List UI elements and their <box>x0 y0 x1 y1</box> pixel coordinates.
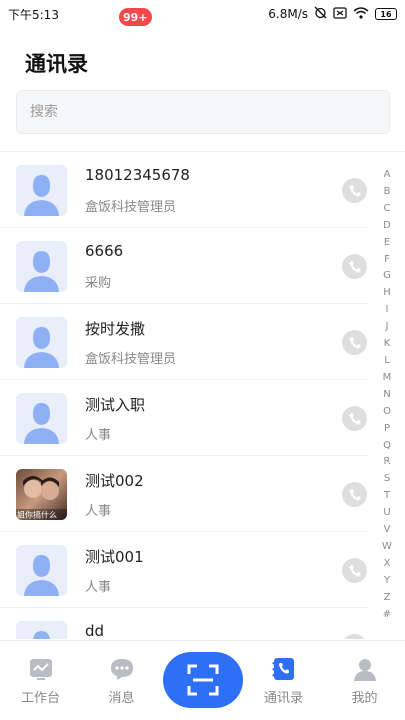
workbench-icon <box>30 659 52 680</box>
contact-row[interactable]: 测试001 人事 <box>0 532 368 608</box>
index-letter[interactable]: P <box>384 421 390 438</box>
profile-icon <box>354 659 376 681</box>
contact-role: 人事 <box>85 428 112 443</box>
wifi-icon <box>353 6 369 22</box>
call-button[interactable] <box>342 178 367 203</box>
contact-role: 盒饭科技管理员 <box>85 352 177 367</box>
index-letter[interactable]: # <box>383 607 391 624</box>
contact-name: 测试002 <box>85 472 144 490</box>
contact-role: 人事 <box>85 504 112 519</box>
call-button[interactable] <box>342 558 367 583</box>
index-letter[interactable]: F <box>384 252 390 269</box>
index-letter[interactable]: K <box>384 336 391 353</box>
index-letter[interactable]: U <box>383 505 390 522</box>
contact-name: 测试入职 <box>85 396 146 414</box>
alarm-off-icon <box>314 6 327 22</box>
contact-row[interactable]: dd <box>0 608 368 639</box>
tab-workbench[interactable]: 工作台 <box>0 641 81 720</box>
default-avatar-icon <box>16 393 67 444</box>
photo-avatar: 姐你搞什么 <box>16 469 67 520</box>
contact-name: 6666 <box>85 242 124 260</box>
scan-icon <box>187 664 219 696</box>
index-letter[interactable]: E <box>384 235 390 252</box>
tab-label: 我的 <box>351 691 378 706</box>
call-button[interactable] <box>342 406 367 431</box>
contact-row[interactable]: 6666 采购 <box>0 228 368 304</box>
contact-role: 盒饭科技管理员 <box>85 200 177 215</box>
alphabet-index[interactable]: A B C D E F G H I J K L M N O P Q R S T … <box>380 167 394 623</box>
phone-icon <box>349 489 360 500</box>
index-letter[interactable]: R <box>384 454 391 471</box>
index-letter[interactable]: Y <box>384 573 390 590</box>
index-letter[interactable]: T <box>384 488 390 505</box>
contact-name: dd <box>85 622 105 639</box>
phone-icon <box>349 337 360 348</box>
network-speed: 6.8M/s <box>268 7 308 21</box>
contact-name: 测试001 <box>85 548 144 566</box>
index-letter[interactable]: Q <box>383 438 391 455</box>
tab-profile[interactable]: 我的 <box>324 641 405 720</box>
index-letter[interactable]: S <box>384 471 390 488</box>
phone-icon <box>349 261 360 272</box>
index-letter[interactable]: B <box>384 184 391 201</box>
scan-button[interactable] <box>163 652 243 708</box>
tab-messages[interactable]: 消息 <box>81 641 162 720</box>
phone-icon <box>349 565 360 576</box>
index-letter[interactable]: C <box>384 201 391 218</box>
contact-role: 人事 <box>85 580 112 595</box>
contacts-icon <box>272 658 294 680</box>
contact-row[interactable]: 测试入职 人事 <box>0 380 368 456</box>
contact-list[interactable]: 18012345678 盒饭科技管理员 6666 采购 按时发撒 盒饭科技管理员… <box>0 152 368 639</box>
index-letter[interactable]: H <box>383 285 391 302</box>
index-letter[interactable]: A <box>384 167 391 184</box>
phone-icon <box>349 185 360 196</box>
status-time: 下午5:13 <box>8 7 59 22</box>
default-avatar-icon <box>16 621 67 639</box>
phone-icon <box>349 413 360 424</box>
sim-icon <box>333 6 347 22</box>
unread-badge: 99+ <box>119 8 152 26</box>
contact-name: 18012345678 <box>85 166 190 184</box>
index-letter[interactable]: M <box>383 370 392 387</box>
call-button[interactable] <box>342 634 367 639</box>
contact-row[interactable]: 按时发撒 盒饭科技管理员 <box>0 304 368 380</box>
index-letter[interactable]: X <box>384 556 391 573</box>
contact-row[interactable]: 18012345678 盒饭科技管理员 <box>0 152 368 228</box>
default-avatar-icon <box>16 165 67 216</box>
index-letter[interactable]: N <box>383 387 390 404</box>
tab-label: 工作台 <box>20 691 60 706</box>
default-avatar-icon <box>16 317 67 368</box>
call-button[interactable] <box>342 330 367 355</box>
battery-indicator: 16 <box>375 8 397 20</box>
contact-role: 采购 <box>85 276 112 291</box>
status-indicators: 6.8M/s 16 <box>268 6 397 22</box>
default-avatar-icon <box>16 545 67 596</box>
index-letter[interactable]: D <box>383 218 391 235</box>
call-button[interactable] <box>342 482 367 507</box>
index-letter[interactable]: Z <box>384 590 391 607</box>
tab-label: 消息 <box>108 691 135 706</box>
contact-name: 按时发撒 <box>85 320 146 338</box>
index-letter[interactable]: O <box>383 404 391 421</box>
default-avatar-icon <box>16 241 67 292</box>
index-letter[interactable]: W <box>382 539 392 556</box>
tab-label: 通讯录 <box>263 691 303 706</box>
page-title: 通讯录 <box>25 52 88 76</box>
avatar-caption: 姐你搞什么 <box>17 510 57 520</box>
index-letter[interactable]: J <box>386 319 389 336</box>
status-bar: 下午5:13 6.8M/s 16 <box>0 0 405 28</box>
index-letter[interactable]: V <box>384 522 391 539</box>
call-button[interactable] <box>342 254 367 279</box>
message-icon <box>111 659 133 680</box>
search-box[interactable] <box>16 90 390 134</box>
index-letter[interactable]: I <box>386 302 389 319</box>
index-letter[interactable]: G <box>383 268 391 285</box>
tab-contacts[interactable]: 通讯录 <box>243 641 324 720</box>
contact-row[interactable]: 姐你搞什么 测试002 人事 <box>0 456 368 532</box>
index-letter[interactable]: L <box>384 353 390 370</box>
search-input[interactable] <box>30 104 389 120</box>
